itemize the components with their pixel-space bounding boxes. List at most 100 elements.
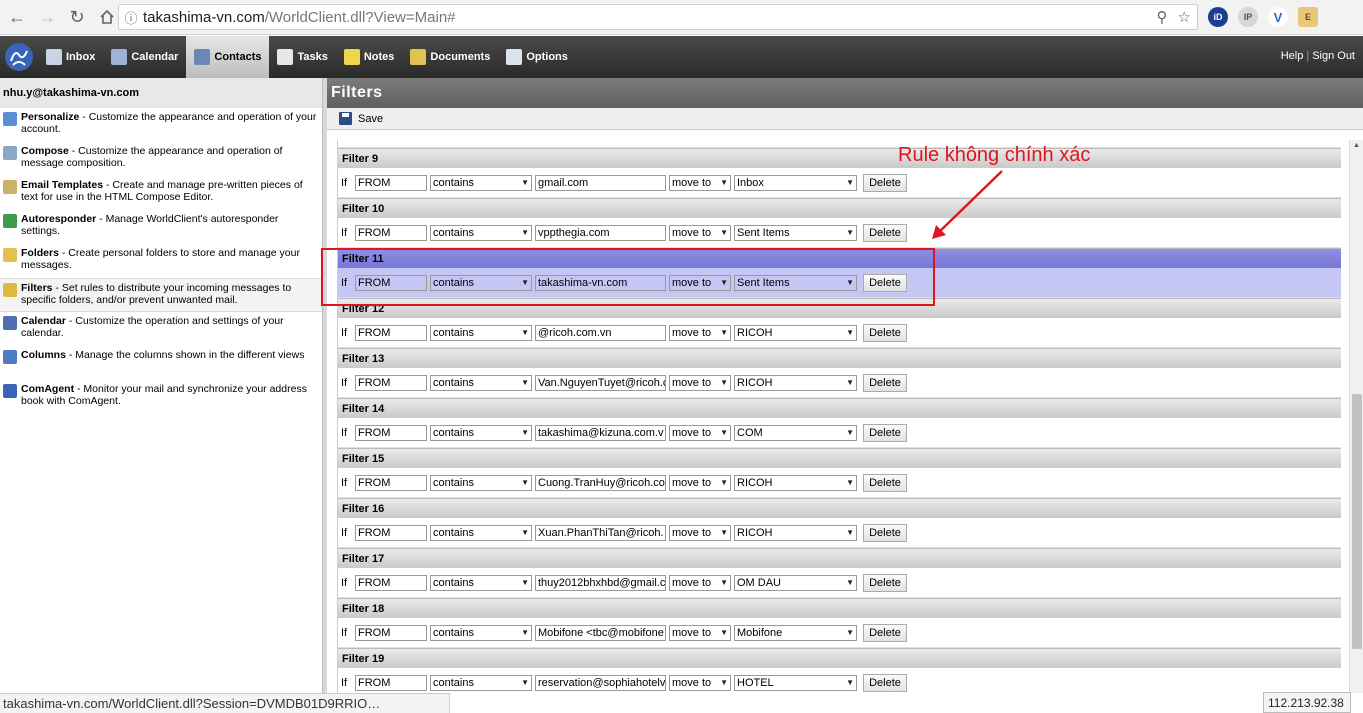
value-input[interactable]: gmail.com: [535, 174, 666, 191]
action-select[interactable]: move to: [669, 224, 731, 241]
folder-select[interactable]: COM: [734, 424, 857, 441]
help-link[interactable]: Help: [1281, 50, 1304, 62]
folder-select[interactable]: Mobifone: [734, 624, 857, 641]
header-field-input[interactable]: FROM: [355, 424, 427, 441]
condition-select[interactable]: contains: [430, 524, 532, 541]
sidebar-item-title[interactable]: Folders: [21, 247, 59, 259]
delete-button[interactable]: Delete: [863, 523, 907, 542]
sidebar-item-calendar[interactable]: Calendar - Customize the operation and s…: [0, 312, 322, 346]
condition-select[interactable]: contains: [430, 574, 532, 591]
scroll-up-icon[interactable]: ▲: [1353, 142, 1360, 149]
header-field-input[interactable]: FROM: [355, 324, 427, 341]
delete-button[interactable]: Delete: [863, 323, 907, 342]
extension-e-icon[interactable]: E: [1298, 7, 1318, 27]
condition-select[interactable]: contains: [430, 224, 532, 241]
sidebar-item-title[interactable]: ComAgent: [21, 383, 74, 395]
value-input[interactable]: Xuan.PhanThiTan@ricoh.: [535, 524, 666, 541]
forward-arrow-icon[interactable]: →: [34, 4, 60, 30]
value-input[interactable]: Mobifone <tbc@mobifone: [535, 624, 666, 641]
delete-button[interactable]: Delete: [863, 673, 907, 692]
sidebar-item-title[interactable]: Filters: [21, 282, 53, 294]
value-input[interactable]: reservation@sophiahotelv: [535, 674, 666, 691]
sidebar-item-title[interactable]: Autoresponder: [21, 213, 96, 225]
condition-select[interactable]: contains: [430, 424, 532, 441]
sidebar-item-email-templates[interactable]: Email Templates - Create and manage pre-…: [0, 176, 322, 210]
sidebar-item-columns[interactable]: Columns - Manage the columns shown in th…: [0, 346, 322, 380]
action-select[interactable]: move to: [669, 424, 731, 441]
delete-button[interactable]: Delete: [863, 423, 907, 442]
signout-link[interactable]: Sign Out: [1312, 50, 1355, 62]
delete-button[interactable]: Delete: [863, 473, 907, 492]
header-field-input[interactable]: FROM: [355, 224, 427, 241]
folder-select[interactable]: HOTEL: [734, 674, 857, 691]
nav-documents[interactable]: Documents: [402, 36, 498, 78]
folder-select[interactable]: RICOH: [734, 474, 857, 491]
value-input[interactable]: Van.NguyenTuyet@ricoh.c: [535, 374, 666, 391]
header-field-input[interactable]: FROM: [355, 574, 427, 591]
scroll-thumb[interactable]: [1352, 394, 1362, 649]
reload-icon[interactable]: ↻: [64, 4, 90, 30]
nav-contacts[interactable]: Contacts: [186, 36, 270, 78]
action-select[interactable]: move to: [669, 674, 731, 691]
sidebar-item-title[interactable]: Personalize: [21, 111, 79, 123]
condition-select[interactable]: contains: [430, 324, 532, 341]
action-select[interactable]: move to: [669, 324, 731, 341]
value-input[interactable]: Cuong.TranHuy@ricoh.co: [535, 474, 666, 491]
condition-select[interactable]: contains: [430, 174, 532, 191]
folder-select[interactable]: RICOH: [734, 374, 857, 391]
folder-select[interactable]: RICOH: [734, 524, 857, 541]
delete-button[interactable]: Delete: [863, 373, 907, 392]
condition-select[interactable]: contains: [430, 624, 532, 641]
nav-calendar[interactable]: Calendar: [103, 36, 186, 78]
header-field-input[interactable]: FROM: [355, 474, 427, 491]
sidebar-item-title[interactable]: Columns: [21, 349, 66, 361]
value-input[interactable]: thuy2012bhxhbd@gmail.c: [535, 574, 666, 591]
folder-select[interactable]: Sent Items: [734, 224, 857, 241]
action-select[interactable]: move to: [669, 574, 731, 591]
action-select[interactable]: move to: [669, 474, 731, 491]
filters-scrollbar[interactable]: ▲: [1349, 140, 1363, 693]
extension-v-icon[interactable]: V: [1268, 7, 1288, 27]
sidebar-item-filters[interactable]: Filters - Set rules to distribute your i…: [0, 278, 322, 312]
value-input[interactable]: @ricoh.com.vn: [535, 324, 666, 341]
extension-id-icon[interactable]: iD: [1208, 7, 1228, 27]
sidebar-item-personalize[interactable]: Personalize - Customize the appearance a…: [0, 108, 322, 142]
bookmark-star-icon[interactable]: ☆: [1178, 8, 1191, 26]
delete-button[interactable]: Delete: [863, 623, 907, 642]
header-field-input[interactable]: FROM: [355, 524, 427, 541]
header-field-input[interactable]: FROM: [355, 174, 427, 191]
sidebar-item-folders[interactable]: Folders - Create personal folders to sto…: [0, 244, 322, 278]
sidebar-item-autoresponder[interactable]: Autoresponder - Manage WorldClient's aut…: [0, 210, 322, 244]
action-select[interactable]: move to: [669, 374, 731, 391]
folder-select[interactable]: Inbox: [734, 174, 857, 191]
delete-button[interactable]: Delete: [863, 573, 907, 592]
header-field-input[interactable]: FROM: [355, 674, 427, 691]
action-select[interactable]: move to: [669, 524, 731, 541]
action-select[interactable]: move to: [669, 174, 731, 191]
save-button[interactable]: Save: [358, 113, 383, 125]
value-input[interactable]: takashima@kizuna.com.v: [535, 424, 666, 441]
home-icon[interactable]: [94, 4, 120, 30]
sidebar-item-title[interactable]: Email Templates: [21, 179, 103, 191]
delete-button[interactable]: Delete: [863, 223, 907, 242]
action-select[interactable]: move to: [669, 624, 731, 641]
header-field-input[interactable]: FROM: [355, 624, 427, 641]
nav-options[interactable]: Options: [498, 36, 576, 78]
delete-button[interactable]: Delete: [863, 173, 907, 192]
info-icon[interactable]: ⓘ: [119, 8, 143, 27]
sidebar-item-title[interactable]: Calendar: [21, 315, 66, 327]
sidebar-item-comagent[interactable]: ComAgent - Monitor your mail and synchro…: [0, 380, 322, 414]
condition-select[interactable]: contains: [430, 374, 532, 391]
folder-select[interactable]: OM DAU: [734, 574, 857, 591]
extension-ip-icon[interactable]: IP: [1238, 7, 1258, 27]
sidebar-item-title[interactable]: Compose: [21, 145, 69, 157]
folder-select[interactable]: RICOH: [734, 324, 857, 341]
sidebar-item-compose[interactable]: Compose - Customize the appearance and o…: [0, 142, 322, 176]
value-input[interactable]: vppthegia.com: [535, 224, 666, 241]
nav-notes[interactable]: Notes: [336, 36, 403, 78]
condition-select[interactable]: contains: [430, 674, 532, 691]
condition-select[interactable]: contains: [430, 474, 532, 491]
key-icon[interactable]: ⚲: [1157, 8, 1168, 26]
address-bar[interactable]: ⓘ takashima-vn.com/WorldClient.dll?View=…: [118, 4, 1198, 30]
header-field-input[interactable]: FROM: [355, 374, 427, 391]
